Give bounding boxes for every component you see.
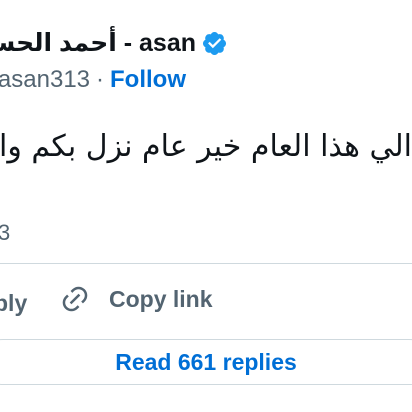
read-replies-label: Read 661 replies: [115, 349, 297, 375]
reply-button[interactable]: ply: [0, 288, 27, 318]
read-replies-button[interactable]: Read 661 replies: [0, 339, 412, 385]
follow-button[interactable]: Follow: [110, 64, 186, 96]
tweet-embed-card: أحمد الحسن - asan asan313 · Follow الي ه…: [0, 0, 412, 412]
author-display-name[interactable]: أحمد الحسن - asan: [0, 26, 196, 60]
author-handle[interactable]: asan313: [0, 64, 90, 96]
author-line[interactable]: أحمد الحسن - asan: [0, 26, 228, 60]
verified-badge-icon: [201, 30, 228, 57]
copy-link-button[interactable]: Copy link: [60, 284, 213, 314]
tweet-timestamp[interactable]: 3: [0, 219, 10, 247]
copy-link-label: Copy link: [109, 286, 213, 312]
handle-line: asan313 · Follow: [0, 64, 186, 96]
link-icon: [60, 284, 90, 314]
tweet-text: الي هذا العام خير عام نزل بكم وار: [0, 129, 412, 164]
divider-top: [0, 263, 412, 264]
separator-dot: ·: [96, 66, 105, 93]
